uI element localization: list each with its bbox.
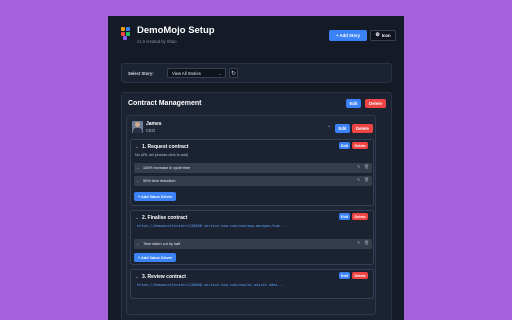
value-driver-row[interactable]: ⌄ 50% time reduction ✎ 🗑: [134, 176, 372, 186]
chevron-down-icon[interactable]: ⌄: [136, 165, 139, 170]
pencil-icon[interactable]: ✎: [357, 178, 360, 182]
story-url-link[interactable]: https://demoaccelerator1128006.service-n…: [137, 283, 284, 287]
chevron-down-icon: ⌄: [218, 71, 222, 76]
persona-edit-label: Edit: [338, 126, 347, 131]
section-card: Contract Management Edit Delete James CE…: [121, 92, 392, 320]
pencil-icon[interactable]: ✎: [357, 241, 360, 245]
story-delete-label: Delete: [354, 143, 366, 148]
value-driver-text: Time taken cut by half: [143, 241, 181, 246]
select-story-label: Select Story:: [128, 71, 154, 76]
app-header: DemoMojo Setup v1.0 created by Shao + Ad…: [108, 16, 404, 56]
add-value-driver-label: + Add Value Driver: [137, 255, 173, 260]
persona-name: James: [146, 121, 162, 127]
value-driver-text: 100% increase in cycle time: [143, 165, 191, 170]
story-delete-button[interactable]: Delete: [352, 213, 368, 220]
story-edit-label: Edit: [341, 143, 348, 148]
story-selector-card: Select Story: View All Stories ⌄ ↻: [121, 63, 392, 83]
value-driver-row[interactable]: ⌄ Time taken cut by half ✎ 🗑: [134, 239, 372, 249]
trash-icon[interactable]: 🗑: [364, 165, 369, 169]
gear-icon: ⚙: [375, 32, 380, 38]
chevron-down-icon[interactable]: ⌄: [327, 123, 331, 129]
app-window: DemoMojo Setup v1.0 created by Shao + Ad…: [108, 16, 404, 320]
section-delete-button[interactable]: Delete: [365, 99, 386, 108]
section-delete-label: Delete: [369, 101, 382, 106]
add-story-label: + Add Story: [335, 33, 361, 38]
story-title: 1. Request contract: [142, 144, 189, 150]
pencil-icon[interactable]: ✎: [357, 165, 360, 169]
section-edit-label: Edit: [349, 101, 358, 106]
app-title: DemoMojo Setup: [137, 25, 215, 36]
persona-edit-button[interactable]: Edit: [335, 124, 350, 133]
story-edit-button[interactable]: Edit: [339, 272, 350, 279]
story-delete-button[interactable]: Delete: [352, 272, 368, 279]
story-edit-label: Edit: [341, 214, 348, 219]
chevron-down-icon[interactable]: ⌄: [136, 241, 139, 246]
icon-button[interactable]: ⚙ Icon: [370, 30, 396, 41]
story-card: ⌄ 3. Review contract Edit Delete https:/…: [130, 269, 374, 299]
story-title: 2. Finalise contract: [142, 215, 188, 221]
chevron-down-icon[interactable]: ⌄: [135, 215, 139, 221]
add-value-driver-label: + Add Value Driver: [137, 194, 173, 199]
persona-delete-button[interactable]: Delete: [352, 124, 373, 133]
persona-role: CEO: [146, 128, 156, 133]
persona-card: James CEO ⌄ Edit Delete ⌄ 1. Request con…: [126, 115, 376, 315]
value-driver-text: 50% time reduction: [143, 178, 176, 183]
story-url-link[interactable]: https://demoaccelerator1128006.service-n…: [137, 224, 286, 228]
add-story-button[interactable]: + Add Story: [329, 30, 367, 41]
story-url-placeholder[interactable]: No URL set (double-click to add): [135, 153, 188, 157]
value-driver-row[interactable]: ⌄ 100% increase in cycle time ✎ 🗑: [134, 163, 372, 173]
story-edit-button[interactable]: Edit: [339, 213, 350, 220]
story-card: ⌄ 2. Finalise contract Edit Delete https…: [130, 210, 374, 265]
refresh-icon: ↻: [230, 70, 237, 77]
chevron-down-icon[interactable]: ⌄: [136, 178, 139, 183]
persona-delete-label: Delete: [356, 126, 369, 131]
story-edit-label: Edit: [341, 273, 348, 278]
add-value-driver-button[interactable]: + Add Value Driver: [134, 192, 176, 201]
story-delete-label: Delete: [354, 273, 366, 278]
story-card: ⌄ 1. Request contract Edit Delete No URL…: [130, 139, 374, 206]
chevron-down-icon[interactable]: ⌄: [135, 274, 139, 280]
story-edit-button[interactable]: Edit: [339, 142, 350, 149]
story-delete-button[interactable]: Delete: [352, 142, 368, 149]
story-title: 3. Review contract: [142, 274, 186, 280]
story-delete-label: Delete: [354, 214, 366, 219]
chevron-down-icon[interactable]: ⌄: [135, 144, 139, 150]
icon-button-label: Icon: [381, 33, 391, 38]
trash-icon[interactable]: 🗑: [364, 241, 369, 245]
story-select-value: View All Stories: [172, 71, 201, 76]
story-select[interactable]: View All Stories ⌄: [167, 68, 226, 78]
trash-icon[interactable]: 🗑: [364, 178, 369, 182]
section-edit-button[interactable]: Edit: [346, 99, 361, 108]
app-logo-icon: [121, 27, 131, 40]
refresh-button[interactable]: ↻: [229, 68, 238, 78]
section-title: Contract Management: [128, 100, 202, 107]
avatar: [132, 121, 143, 133]
add-value-driver-button[interactable]: + Add Value Driver: [134, 253, 176, 262]
app-subtitle: v1.0 created by Shao: [137, 39, 177, 44]
